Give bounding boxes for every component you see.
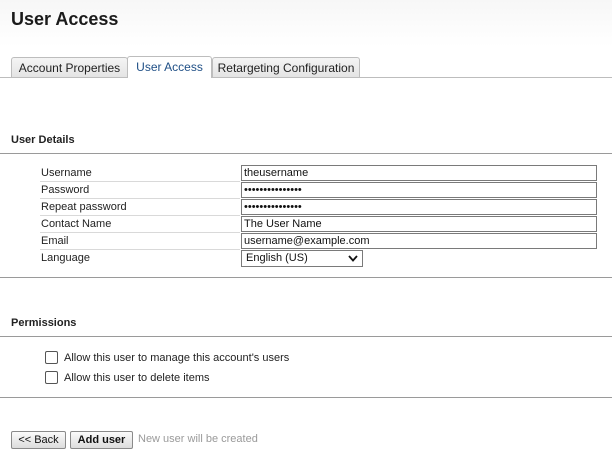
tab-user-access[interactable]: User Access: [127, 56, 212, 78]
username-row: Username: [40, 165, 597, 182]
language-selected-value: English (US): [246, 252, 308, 264]
contact-name-field[interactable]: [241, 216, 597, 232]
manage-users-checkbox[interactable]: [45, 351, 58, 364]
tab-retargeting-configuration[interactable]: Retargeting Configuration: [212, 57, 360, 77]
email-label: Email: [41, 235, 69, 247]
password-field[interactable]: [241, 182, 597, 198]
repeat-password-field[interactable]: [241, 199, 597, 215]
permissions-bottom-divider: [0, 397, 612, 398]
back-button[interactable]: << Back: [11, 431, 66, 449]
user-details-bottom-divider: [0, 277, 612, 278]
tab-divider: [0, 77, 612, 78]
repeat-password-row: Repeat password: [40, 199, 597, 216]
delete-items-checkbox[interactable]: [45, 371, 58, 384]
language-select[interactable]: English (US): [241, 250, 363, 267]
username-field[interactable]: [241, 165, 597, 181]
contact-name-label: Contact Name: [41, 218, 112, 230]
language-label: Language: [41, 252, 90, 264]
add-user-button[interactable]: Add user: [70, 431, 133, 449]
user-access-page: User Access Account Properties User Acce…: [0, 0, 612, 462]
tab-account-properties[interactable]: Account Properties: [11, 57, 128, 77]
status-hint: New user will be created: [138, 433, 258, 445]
manage-users-label: Allow this user to manage this account's…: [64, 352, 290, 364]
password-row: Password: [40, 182, 597, 199]
username-label: Username: [41, 167, 92, 179]
language-row: Language English (US): [40, 250, 597, 267]
delete-items-label: Allow this user to delete items: [64, 372, 210, 384]
email-row: Email: [40, 233, 597, 250]
user-details-title: User Details: [11, 134, 75, 146]
contact-name-row: Contact Name: [40, 216, 597, 233]
email-field[interactable]: [241, 233, 597, 249]
permissions-title: Permissions: [11, 317, 77, 329]
permissions-divider: [0, 336, 612, 337]
chevron-down-icon: [348, 255, 358, 262]
user-details-divider: [0, 153, 612, 154]
password-label: Password: [41, 184, 90, 196]
repeat-password-label: Repeat password: [41, 201, 127, 213]
page-title: User Access: [11, 9, 119, 29]
